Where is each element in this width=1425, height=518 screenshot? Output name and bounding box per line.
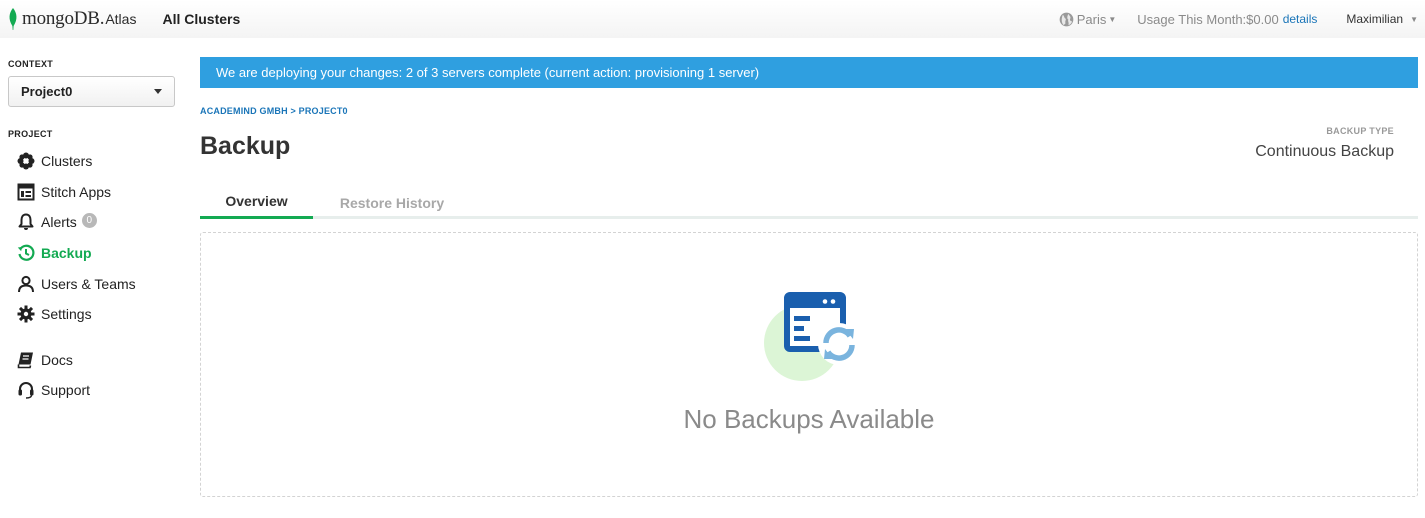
gear-icon xyxy=(17,305,35,323)
breadcrumb[interactable]: ACADEMIND GMBH > PROJECT0 xyxy=(200,106,348,116)
sidebar-item-label: Stitch Apps xyxy=(41,184,112,200)
top-right-controls: Paris ▼ Usage This Month:$0.00 details M… xyxy=(1059,0,1425,38)
sidebar-item-stitch-apps[interactable]: Stitch Apps xyxy=(17,181,111,203)
empty-state-message: No Backups Available xyxy=(683,404,935,434)
sidebar-item-label: Backup xyxy=(41,245,92,261)
sidebar-item-users-teams[interactable]: Users & Teams xyxy=(17,273,136,295)
sidebar-item-label: Settings xyxy=(41,306,92,322)
page-title: Backup xyxy=(200,132,291,160)
clusters-icon xyxy=(17,152,35,170)
globe-icon xyxy=(1059,12,1074,26)
backup-type-value: Continuous Backup xyxy=(1255,143,1394,160)
deployment-status-banner: We are deploying your changes: 2 of 3 se… xyxy=(200,57,1418,88)
sidebar: CONTEXT Project0 PROJECT Clusters Stitch… xyxy=(0,38,185,518)
bell-icon xyxy=(18,213,34,230)
sidebar-item-label: Users & Teams xyxy=(41,276,136,292)
chevron-down-icon[interactable]: ▼ xyxy=(1410,15,1418,24)
tab-restore-history[interactable]: Restore History xyxy=(313,186,471,219)
chevron-down-icon: ▼ xyxy=(1108,14,1117,24)
top-bar: mongoDB. Atlas All Clusters Paris ▼ Usag… xyxy=(0,0,1425,38)
logo-suffix: Atlas xyxy=(105,11,137,27)
backup-tabs: Overview Restore History xyxy=(200,186,1418,219)
sidebar-item-docs[interactable]: Docs xyxy=(17,349,73,371)
mongodb-atlas-logo[interactable]: mongoDB. Atlas xyxy=(8,0,136,38)
backup-server-icon xyxy=(764,292,860,381)
context-label: CONTEXT xyxy=(8,59,54,69)
logo-text: mongoDB. xyxy=(22,8,105,29)
sidebar-item-clusters[interactable]: Clusters xyxy=(17,150,92,172)
chevron-down-icon xyxy=(154,89,162,94)
backup-type-label: BACKUP TYPE xyxy=(1326,126,1394,136)
sidebar-item-settings[interactable]: Settings xyxy=(17,303,92,325)
project-label: PROJECT xyxy=(8,129,53,139)
leaf-icon xyxy=(9,8,17,30)
sidebar-item-support[interactable]: Support xyxy=(17,379,90,401)
region-selector[interactable]: Paris ▼ xyxy=(1059,11,1117,27)
sidebar-item-label: Clusters xyxy=(41,153,93,169)
sidebar-item-backup[interactable]: Backup xyxy=(17,242,92,264)
user-menu[interactable]: Maximilian xyxy=(1346,12,1403,26)
sidebar-item-alerts[interactable]: Alerts 0 xyxy=(17,211,97,233)
context-value: Project0 xyxy=(21,84,73,99)
backup-empty-state-panel: No Backups Available xyxy=(200,232,1418,497)
backup-icon xyxy=(17,244,35,261)
headset-icon xyxy=(18,382,34,399)
sidebar-item-label: Support xyxy=(41,382,91,398)
book-icon xyxy=(17,352,33,369)
tab-overview[interactable]: Overview xyxy=(200,186,313,219)
usage-text: Usage This Month:$0.00 xyxy=(1137,11,1279,27)
banner-text: We are deploying your changes: 2 of 3 se… xyxy=(216,65,760,80)
context-select[interactable]: Project0 xyxy=(8,76,175,107)
region-label: Paris xyxy=(1076,11,1107,27)
stitch-icon xyxy=(17,183,35,201)
user-icon xyxy=(18,275,34,293)
sidebar-item-label: Alerts xyxy=(41,214,77,230)
alerts-count-badge: 0 xyxy=(81,212,97,228)
details-link[interactable]: details xyxy=(1283,12,1318,26)
sidebar-item-label: Docs xyxy=(41,352,73,368)
all-clusters-link[interactable]: All Clusters xyxy=(162,11,240,27)
